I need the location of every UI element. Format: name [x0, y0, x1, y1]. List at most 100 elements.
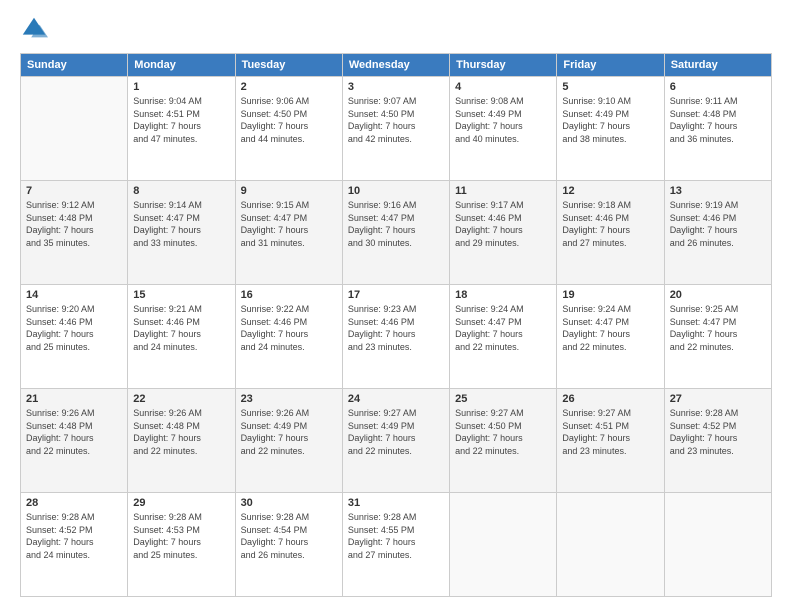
day-cell: 25 Sunrise: 9:27 AM Sunset: 4:50 PM Dayli… [450, 389, 557, 493]
day-number: 21 [26, 393, 122, 405]
day-info: Sunrise: 9:16 AM Sunset: 4:47 PM Dayligh… [348, 199, 444, 249]
logo-icon [20, 15, 48, 43]
day-info: Sunrise: 9:24 AM Sunset: 4:47 PM Dayligh… [455, 303, 551, 353]
day-cell: 5 Sunrise: 9:10 AM Sunset: 4:49 PM Daylig… [557, 77, 664, 181]
day-number: 14 [26, 289, 122, 301]
day-cell: 23Sunrise: 9:26 AM Sunset: 4:49 PM Dayli… [235, 389, 342, 493]
day-info: Sunrise: 9:21 AM Sunset: 4:46 PM Dayligh… [133, 303, 229, 353]
day-number: 26 [562, 393, 658, 405]
day-number: 8 [133, 185, 229, 197]
week-row-5: 28 Sunrise: 9:28 AM Sunset: 4:52 PM Dayli… [21, 493, 772, 597]
day-cell: 9Sunrise: 9:15 AM Sunset: 4:47 PM Daylig… [235, 181, 342, 285]
week-row-1: 1 Sunrise: 9:04 AM Sunset: 4:51 PM Daylig… [21, 77, 772, 181]
day-info: Sunrise: 9:27 AM Sunset: 4:50 PM Dayligh… [455, 407, 551, 457]
day-number: 23 [241, 393, 337, 405]
day-info: Sunrise: 9:22 AM Sunset: 4:46 PM Dayligh… [241, 303, 337, 353]
calendar-table: SundayMondayTuesdayWednesdayThursdayFrid… [20, 53, 772, 597]
day-number: 16 [241, 289, 337, 301]
day-info: Sunrise: 9:11 AM Sunset: 4:48 PM Dayligh… [670, 95, 766, 145]
day-info: Sunrise: 9:28 AM Sunset: 4:54 PM Dayligh… [241, 511, 337, 561]
day-number: 31 [348, 497, 444, 509]
day-cell: 18Sunrise: 9:24 AM Sunset: 4:47 PM Dayli… [450, 285, 557, 389]
day-cell: 8 Sunrise: 9:14 AM Sunset: 4:47 PM Daylig… [128, 181, 235, 285]
day-number: 6 [670, 81, 766, 93]
weekday-header-row: SundayMondayTuesdayWednesdayThursdayFrid… [21, 54, 772, 77]
day-number: 17 [348, 289, 444, 301]
day-info: Sunrise: 9:25 AM Sunset: 4:47 PM Dayligh… [670, 303, 766, 353]
day-info: Sunrise: 9:10 AM Sunset: 4:49 PM Dayligh… [562, 95, 658, 145]
day-info: Sunrise: 9:27 AM Sunset: 4:49 PM Dayligh… [348, 407, 444, 457]
day-cell: 14 Sunrise: 9:20 AM Sunset: 4:46 PM Dayli… [21, 285, 128, 389]
weekday-header-monday: Monday [128, 54, 235, 77]
day-info: Sunrise: 9:28 AM Sunset: 4:52 PM Dayligh… [26, 511, 122, 561]
logo [20, 15, 52, 43]
day-cell [450, 493, 557, 597]
day-number: 7 [26, 185, 122, 197]
day-cell: 4 Sunrise: 9:08 AM Sunset: 4:49 PM Daylig… [450, 77, 557, 181]
day-number: 4 [455, 81, 551, 93]
week-row-2: 7 Sunrise: 9:12 AM Sunset: 4:48 PM Daylig… [21, 181, 772, 285]
day-info: Sunrise: 9:26 AM Sunset: 4:48 PM Dayligh… [26, 407, 122, 457]
day-cell: 2 Sunrise: 9:06 AM Sunset: 4:50 PM Daylig… [235, 77, 342, 181]
day-cell [664, 493, 771, 597]
day-info: Sunrise: 9:28 AM Sunset: 4:53 PM Dayligh… [133, 511, 229, 561]
day-cell: 7 Sunrise: 9:12 AM Sunset: 4:48 PM Daylig… [21, 181, 128, 285]
day-number: 9 [241, 185, 337, 197]
day-cell: 6 Sunrise: 9:11 AM Sunset: 4:48 PM Daylig… [664, 77, 771, 181]
day-info: Sunrise: 9:14 AM Sunset: 4:47 PM Dayligh… [133, 199, 229, 249]
weekday-header-tuesday: Tuesday [235, 54, 342, 77]
day-number: 19 [562, 289, 658, 301]
day-number: 24 [348, 393, 444, 405]
day-number: 25 [455, 393, 551, 405]
day-cell: 10Sunrise: 9:16 AM Sunset: 4:47 PM Dayli… [342, 181, 449, 285]
day-info: Sunrise: 9:28 AM Sunset: 4:55 PM Dayligh… [348, 511, 444, 561]
day-cell: 26 Sunrise: 9:27 AM Sunset: 4:51 PM Dayli… [557, 389, 664, 493]
header [20, 15, 772, 43]
day-cell: 24 Sunrise: 9:27 AM Sunset: 4:49 PM Dayli… [342, 389, 449, 493]
day-number: 3 [348, 81, 444, 93]
day-number: 5 [562, 81, 658, 93]
day-info: Sunrise: 9:19 AM Sunset: 4:46 PM Dayligh… [670, 199, 766, 249]
day-cell: 11 Sunrise: 9:17 AM Sunset: 4:46 PM Dayli… [450, 181, 557, 285]
day-cell: 21 Sunrise: 9:26 AM Sunset: 4:48 PM Dayli… [21, 389, 128, 493]
day-number: 22 [133, 393, 229, 405]
day-cell [21, 77, 128, 181]
day-info: Sunrise: 9:17 AM Sunset: 4:46 PM Dayligh… [455, 199, 551, 249]
day-cell: 16 Sunrise: 9:22 AM Sunset: 4:46 PM Dayli… [235, 285, 342, 389]
day-cell: 12 Sunrise: 9:18 AM Sunset: 4:46 PM Dayli… [557, 181, 664, 285]
day-cell: 31 Sunrise: 9:28 AM Sunset: 4:55 PM Dayli… [342, 493, 449, 597]
day-number: 29 [133, 497, 229, 509]
day-info: Sunrise: 9:28 AM Sunset: 4:52 PM Dayligh… [670, 407, 766, 457]
day-number: 1 [133, 81, 229, 93]
page: SundayMondayTuesdayWednesdayThursdayFrid… [0, 0, 792, 612]
day-cell: 29 Sunrise: 9:28 AM Sunset: 4:53 PM Dayli… [128, 493, 235, 597]
day-info: Sunrise: 9:08 AM Sunset: 4:49 PM Dayligh… [455, 95, 551, 145]
day-number: 2 [241, 81, 337, 93]
day-info: Sunrise: 9:26 AM Sunset: 4:48 PM Dayligh… [133, 407, 229, 457]
weekday-header-sunday: Sunday [21, 54, 128, 77]
day-info: Sunrise: 9:27 AM Sunset: 4:51 PM Dayligh… [562, 407, 658, 457]
day-cell: 15Sunrise: 9:21 AM Sunset: 4:46 PM Dayli… [128, 285, 235, 389]
day-number: 13 [670, 185, 766, 197]
day-info: Sunrise: 9:20 AM Sunset: 4:46 PM Dayligh… [26, 303, 122, 353]
day-cell: 1 Sunrise: 9:04 AM Sunset: 4:51 PM Daylig… [128, 77, 235, 181]
day-info: Sunrise: 9:06 AM Sunset: 4:50 PM Dayligh… [241, 95, 337, 145]
day-number: 27 [670, 393, 766, 405]
day-info: Sunrise: 9:23 AM Sunset: 4:46 PM Dayligh… [348, 303, 444, 353]
day-cell: 3Sunrise: 9:07 AM Sunset: 4:50 PM Daylig… [342, 77, 449, 181]
day-info: Sunrise: 9:04 AM Sunset: 4:51 PM Dayligh… [133, 95, 229, 145]
day-number: 30 [241, 497, 337, 509]
day-number: 11 [455, 185, 551, 197]
week-row-3: 14 Sunrise: 9:20 AM Sunset: 4:46 PM Dayli… [21, 285, 772, 389]
weekday-header-saturday: Saturday [664, 54, 771, 77]
weekday-header-friday: Friday [557, 54, 664, 77]
day-info: Sunrise: 9:18 AM Sunset: 4:46 PM Dayligh… [562, 199, 658, 249]
day-number: 28 [26, 497, 122, 509]
day-number: 12 [562, 185, 658, 197]
day-cell: 17 Sunrise: 9:23 AM Sunset: 4:46 PM Dayli… [342, 285, 449, 389]
day-number: 20 [670, 289, 766, 301]
day-cell: 30 Sunrise: 9:28 AM Sunset: 4:54 PM Dayli… [235, 493, 342, 597]
day-info: Sunrise: 9:12 AM Sunset: 4:48 PM Dayligh… [26, 199, 122, 249]
weekday-header-wednesday: Wednesday [342, 54, 449, 77]
day-cell: 19Sunrise: 9:24 AM Sunset: 4:47 PM Dayli… [557, 285, 664, 389]
